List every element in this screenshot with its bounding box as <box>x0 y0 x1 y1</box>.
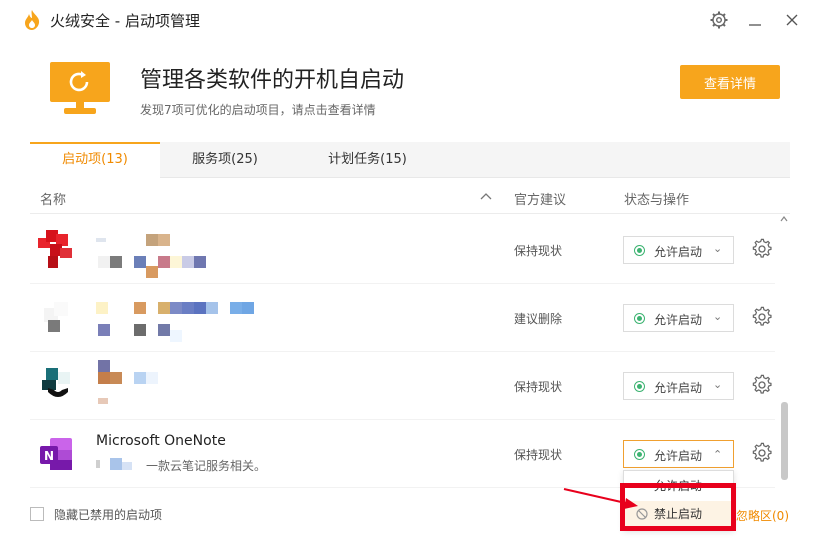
tab-services[interactable]: 服务项(25) <box>160 142 290 178</box>
gear-icon[interactable] <box>751 442 773 464</box>
row-desc: 一款云笔记服务相关。 <box>146 459 267 473</box>
page-subtitle: 发现7项可优化的启动项目，请点击查看详情 <box>140 103 376 117</box>
status-label: 允许启动 <box>654 313 703 327</box>
gear-icon[interactable] <box>751 306 773 328</box>
row-name: Microsoft OneNote <box>96 433 226 449</box>
status-select[interactable]: 允许启动 ⌄ <box>623 236 734 264</box>
column-advice: 官方建议 <box>514 193 567 208</box>
row-advice: 保持现状 <box>514 244 563 258</box>
scrollbar-thumb[interactable] <box>781 402 788 480</box>
tab-startup-items[interactable]: 启动项(13) <box>30 142 160 179</box>
row-advice: 保持现状 <box>514 448 563 462</box>
settings-icon[interactable] <box>709 10 729 30</box>
table-row[interactable]: 保持现状 允许启动 ⌄ <box>30 216 775 284</box>
teal-app-icon <box>42 368 70 397</box>
status-label: 允许启动 <box>654 381 703 395</box>
gear-icon[interactable] <box>751 238 773 260</box>
monitor-refresh-icon <box>50 62 110 114</box>
row-advice: 建议删除 <box>514 312 563 326</box>
white-app-icon <box>44 302 68 332</box>
hide-disabled-label: 隐藏已禁用的启动项 <box>54 508 163 522</box>
chevron-down-icon: ⌄ <box>713 310 723 323</box>
huorong-logo-icon <box>25 10 40 30</box>
gear-icon[interactable] <box>751 374 773 396</box>
page-title: 管理各类软件的开机自启动 <box>140 68 405 93</box>
status-select[interactable]: 允许启动 ⌄ <box>623 304 734 332</box>
status-select[interactable]: 允许启动 ⌄ <box>623 372 734 400</box>
column-name: 名称 <box>40 193 67 208</box>
onenote-icon: N <box>40 438 72 470</box>
view-details-button[interactable]: 查看详情 <box>680 65 780 99</box>
red-app-icon <box>38 230 72 268</box>
sort-up-icon[interactable] <box>480 191 492 201</box>
status-label: 允许启动 <box>654 449 703 463</box>
ignored-area-link[interactable]: 忽略区(0) <box>736 507 789 524</box>
tab-bar: 启动项(13) 服务项(25) 计划任务(15) <box>30 142 790 179</box>
status-select[interactable]: 允许启动 ⌃ <box>623 440 734 468</box>
status-allowed-icon <box>634 313 645 324</box>
scroll-up-icon[interactable] <box>780 216 788 222</box>
table-row[interactable]: 保持现状 允许启动 ⌄ <box>30 352 775 420</box>
status-label: 允许启动 <box>654 245 703 259</box>
close-icon[interactable] <box>782 10 802 30</box>
svg-text:N: N <box>44 449 54 463</box>
table-row[interactable]: 建议删除 允许启动 ⌄ <box>30 284 775 352</box>
status-allowed-icon <box>634 381 645 392</box>
window-title: 火绒安全 - 启动项管理 <box>50 12 200 30</box>
column-status: 状态与操作 <box>624 193 690 208</box>
chevron-up-icon: ⌃ <box>713 448 723 461</box>
title-bar: 火绒安全 - 启动项管理 <box>0 0 820 40</box>
tab-scheduled-tasks[interactable]: 计划任务(15) <box>300 142 435 178</box>
chevron-down-icon: ⌄ <box>713 378 723 391</box>
row-advice: 保持现状 <box>514 380 563 394</box>
chevron-down-icon: ⌄ <box>713 242 723 255</box>
hide-disabled-checkbox[interactable] <box>30 507 44 521</box>
status-allowed-icon <box>634 245 645 256</box>
status-allowed-icon <box>634 449 645 460</box>
minimize-icon[interactable] <box>745 10 765 30</box>
table-header: 名称 官方建议 状态与操作 <box>30 180 790 214</box>
annotation-highlight-box <box>620 483 736 531</box>
